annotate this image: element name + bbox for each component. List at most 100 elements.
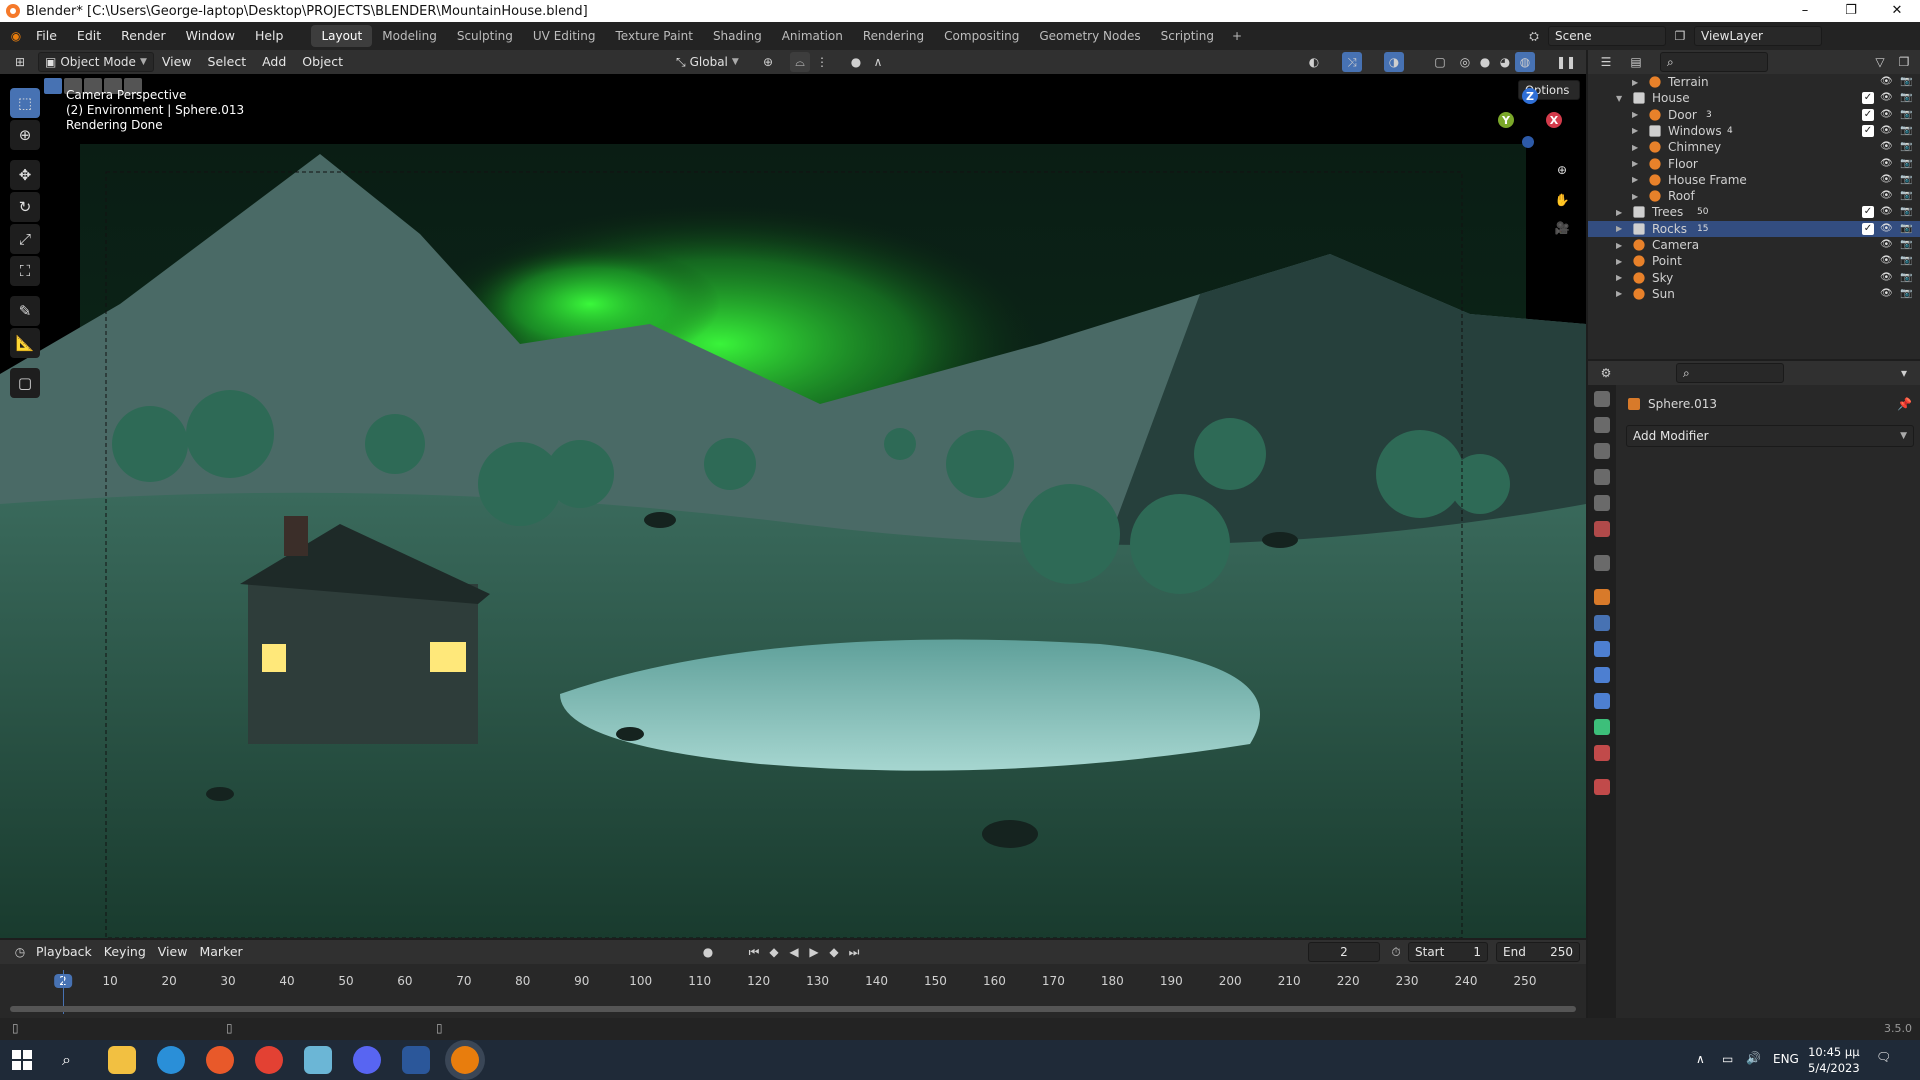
visibility-eye-icon[interactable]: 👁 [1880, 255, 1894, 267]
gizmo-z-axis[interactable]: Z [1522, 88, 1538, 104]
exclude-checkbox[interactable]: ✓ [1862, 124, 1874, 137]
expand-icon[interactable]: ▶ [1632, 159, 1638, 168]
scene-selector[interactable]: Scene [1548, 26, 1666, 46]
visibility-eye-icon[interactable]: 👁 [1880, 141, 1894, 153]
zoom-icon[interactable]: ⊕ [1552, 160, 1572, 180]
viewport-menu-view[interactable]: View [154, 48, 200, 76]
tab-rendering[interactable]: Rendering [853, 25, 934, 47]
expand-icon[interactable]: ▶ [1632, 78, 1638, 87]
edge-icon[interactable] [157, 1046, 185, 1074]
outliner-row[interactable]: ▶ Trees 50 ✓ 👁 📷 [1588, 204, 1920, 220]
particles-tab-icon[interactable] [1594, 641, 1610, 657]
display-mode-icon[interactable]: ▤ [1626, 52, 1646, 72]
viewport-menu-select[interactable]: Select [200, 48, 255, 76]
visibility-eye-icon[interactable]: 👁 [1880, 174, 1894, 186]
material-tab-icon[interactable] [1594, 745, 1610, 761]
modifier-tab-icon[interactable] [1594, 615, 1610, 631]
minimize-button[interactable]: – [1782, 0, 1828, 22]
outliner-row[interactable]: ▶ Point 👁 📷 [1588, 253, 1920, 269]
world-tab-icon[interactable] [1594, 521, 1610, 537]
gizmo-toggle-icon[interactable]: ⤨ [1342, 52, 1362, 72]
exclude-checkbox[interactable]: ✓ [1862, 222, 1874, 235]
gizmo-x-axis[interactable]: X [1546, 112, 1562, 128]
language-indicator[interactable]: ENG [1773, 1052, 1799, 1066]
menu-edit[interactable]: Edit [67, 22, 111, 50]
outliner-row[interactable]: ▶ Sun 👁 📷 [1588, 286, 1920, 302]
render-camera-icon[interactable]: 📷 [1900, 206, 1914, 218]
volume-icon[interactable]: 🔊 [1746, 1051, 1761, 1065]
rendered-shading-icon[interactable]: ◍ [1515, 52, 1535, 72]
notepad-icon[interactable] [304, 1046, 332, 1074]
tab-compositing[interactable]: Compositing [934, 25, 1029, 47]
blender-menu-icon[interactable]: ◉ [6, 26, 26, 46]
select-new-icon[interactable] [44, 78, 62, 94]
visibility-eye-icon[interactable]: 👁 [1880, 272, 1894, 284]
outliner-row[interactable]: ▶ House Frame 👁 📷 [1588, 172, 1920, 188]
expand-icon[interactable]: ▶ [1616, 241, 1622, 250]
add-cube-tool[interactable]: ▢ [10, 368, 40, 398]
add-workspace-button[interactable]: + [1224, 29, 1250, 43]
annotate-tool[interactable]: ✎ [10, 296, 40, 326]
transform-tool[interactable]: ⛶ [10, 256, 40, 286]
visibility-eye-icon[interactable]: 👁 [1880, 92, 1894, 104]
texture-tab-icon[interactable] [1594, 779, 1610, 795]
visibility-eye-icon[interactable]: 👁 [1880, 190, 1894, 202]
outliner-row[interactable]: ▶ Camera 👁 📷 [1588, 237, 1920, 253]
visibility-eye-icon[interactable]: 👁 [1880, 76, 1894, 88]
expand-icon[interactable]: ▶ [1632, 126, 1638, 135]
pin-icon[interactable]: 📌 [1897, 397, 1912, 411]
outliner-row[interactable]: ▶ Rocks 15 ✓ 👁 📷 [1588, 220, 1920, 237]
visibility-icon[interactable]: ◐ [1304, 52, 1324, 72]
editor-type-icon[interactable]: ⊞ [10, 52, 30, 72]
maximize-button[interactable]: ❐ [1828, 0, 1874, 22]
expand-icon[interactable]: ▶ [1616, 257, 1622, 266]
render-camera-icon[interactable]: 📷 [1900, 125, 1914, 137]
tab-layout[interactable]: Layout [311, 25, 373, 47]
tab-shading[interactable]: Shading [703, 25, 772, 47]
tool-tab-icon[interactable] [1594, 391, 1610, 407]
render-camera-icon[interactable]: 📷 [1900, 158, 1914, 170]
view-layer-selector[interactable]: ViewLayer [1694, 26, 1822, 46]
timeline-scrollbar[interactable] [10, 1006, 1576, 1012]
battery-icon[interactable]: ▭ [1722, 1052, 1733, 1066]
notification-icon[interactable]: 🗨 [1876, 1050, 1891, 1064]
word-icon[interactable] [402, 1046, 430, 1074]
expand-icon[interactable]: ▶ [1616, 289, 1622, 298]
object-tab-icon[interactable] [1594, 589, 1610, 605]
visibility-eye-icon[interactable]: 👁 [1880, 239, 1894, 251]
outliner-row[interactable]: ▶ Roof 👁 📷 [1588, 188, 1920, 204]
tab-modeling[interactable]: Modeling [372, 25, 447, 47]
search-icon[interactable]: ⌕ [62, 1050, 71, 1070]
outliner-row[interactable]: ▶ Windows 4 ✓ 👁 📷 [1588, 123, 1920, 139]
snap-target-icon[interactable]: ⋮ [812, 52, 832, 72]
collection-tab-icon[interactable] [1594, 555, 1610, 571]
menu-file[interactable]: File [26, 22, 67, 50]
render-camera-icon[interactable]: 📷 [1900, 190, 1914, 202]
new-collection-icon[interactable]: ❐ [1894, 52, 1914, 72]
render-camera-icon[interactable]: 📷 [1900, 223, 1914, 235]
exclude-checkbox[interactable]: ✓ [1862, 92, 1874, 105]
tab-animation[interactable]: Animation [772, 25, 853, 47]
windows-start-icon[interactable] [12, 1050, 32, 1070]
physics-tab-icon[interactable] [1594, 667, 1610, 683]
wireframe-shading-icon[interactable]: ◎ [1455, 52, 1475, 72]
add-modifier-dropdown[interactable]: Add Modifier ▼ [1626, 425, 1914, 447]
solid-shading-icon[interactable]: ● [1475, 52, 1495, 72]
scale-tool[interactable]: ⤢ [10, 224, 40, 254]
measure-tool[interactable]: 📐 [10, 328, 40, 358]
material-shading-icon[interactable]: ◕ [1495, 52, 1515, 72]
output-tab-icon[interactable] [1594, 443, 1610, 459]
expand-icon[interactable]: ▶ [1632, 175, 1638, 184]
expand-icon[interactable]: ▶ [1632, 143, 1638, 152]
firefox-icon[interactable] [206, 1046, 234, 1074]
chevron-down-icon[interactable]: ▾ [1894, 363, 1914, 383]
visibility-eye-icon[interactable]: 👁 [1880, 206, 1894, 218]
collapse-icon[interactable]: ▼ [1616, 94, 1622, 103]
render-camera-icon[interactable]: 📷 [1900, 272, 1914, 284]
rotate-tool[interactable]: ↻ [10, 192, 40, 222]
visibility-eye-icon[interactable]: 👁 [1880, 125, 1894, 137]
properties-search-input[interactable]: ⌕ [1676, 363, 1784, 383]
proportional-edit-icon[interactable]: ● [846, 52, 866, 72]
filter-icon[interactable]: ▽ [1870, 52, 1890, 72]
gizmo-neg-z-axis[interactable] [1522, 136, 1534, 148]
